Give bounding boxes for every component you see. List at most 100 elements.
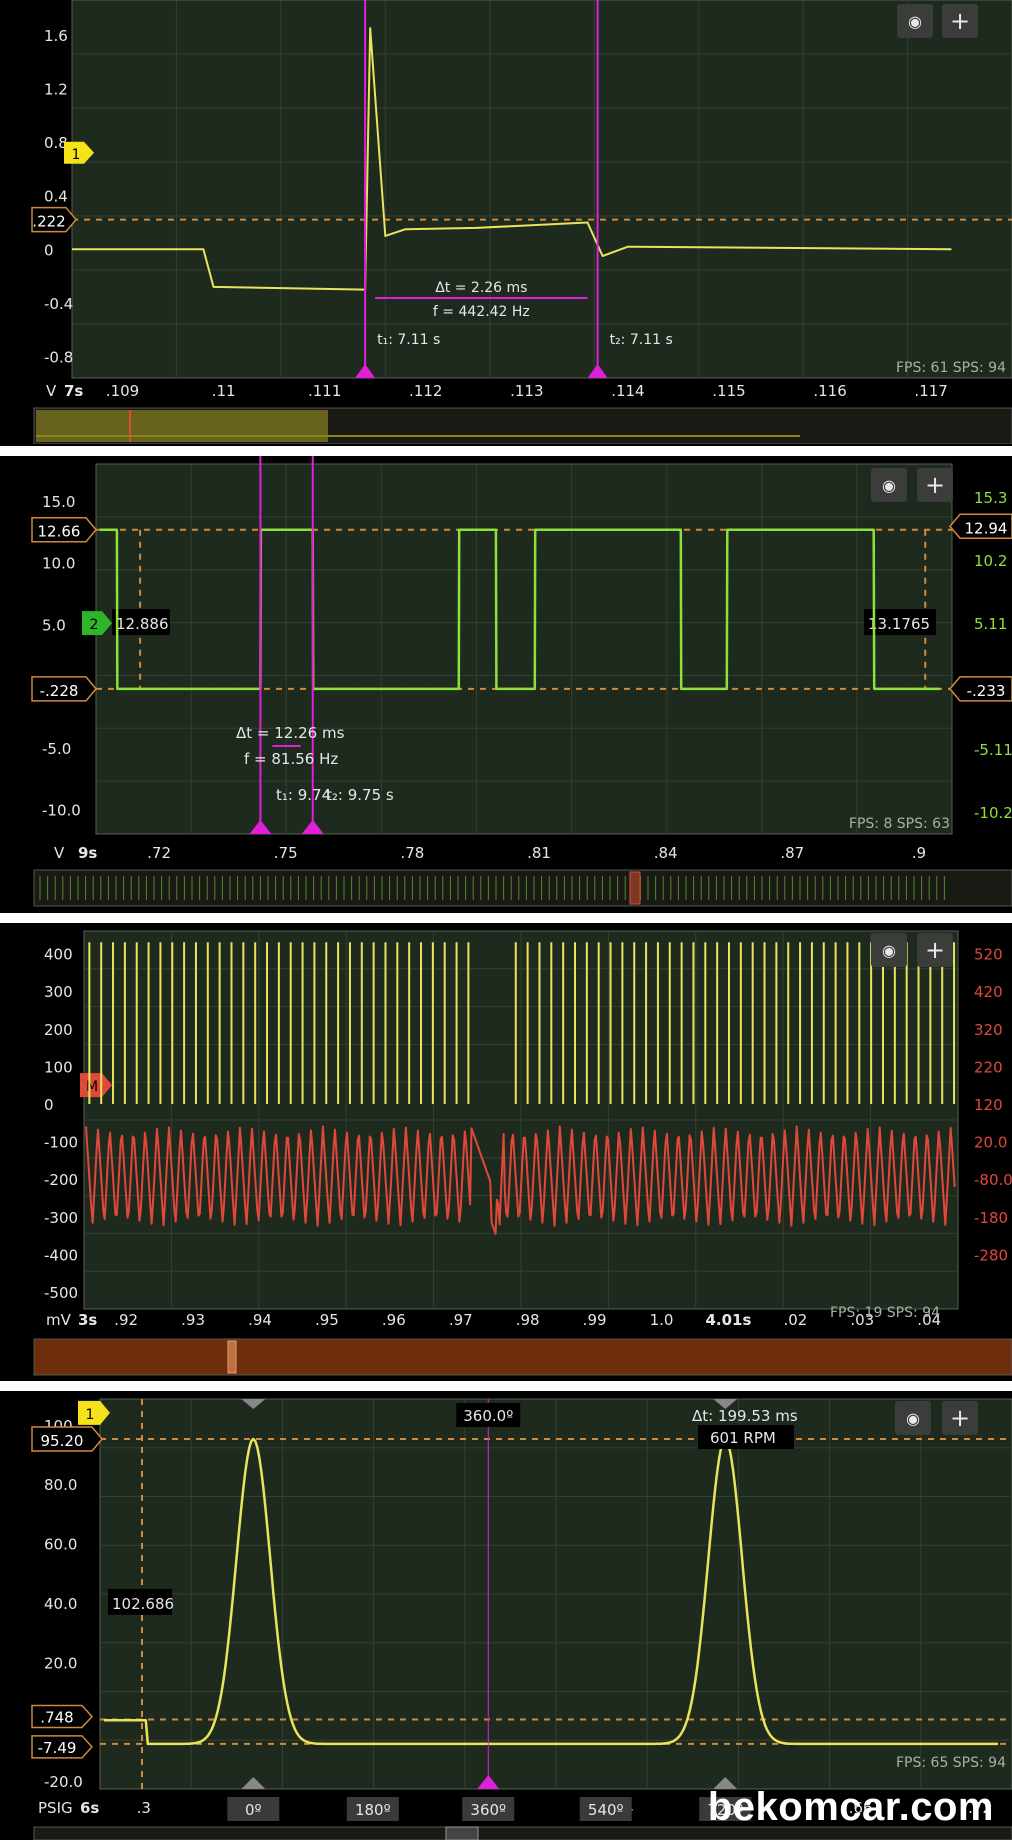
panel-3-math-trace[interactable]: 400 300 200 100 0 -100 -200 -300 -400 -500 520 420 3… bbox=[0, 923, 1012, 1381]
scroll-window[interactable] bbox=[445, 1826, 479, 1840]
channel-marker-label: 2 bbox=[90, 617, 99, 633]
y-tick-right: -5.11 bbox=[974, 741, 1012, 759]
y-tick-right: 5.11 bbox=[974, 615, 1007, 633]
timeline-scrollbar[interactable] bbox=[33, 869, 1012, 907]
plot-area bbox=[71, 0, 1012, 379]
x-tick-label: .3 bbox=[137, 1799, 151, 1817]
y-tick-left: -10.0 bbox=[42, 801, 81, 819]
time-origin-label: 6s bbox=[80, 1799, 99, 1817]
channel-marker-label: 1 bbox=[72, 147, 81, 163]
eye-icon: ◉ bbox=[882, 940, 896, 960]
y-tick-label: 1.2 bbox=[44, 80, 68, 98]
x-tick-label: .02 bbox=[783, 1311, 807, 1329]
visibility-button[interactable]: ◉ bbox=[895, 1401, 931, 1435]
y-tick-label: -0.4 bbox=[44, 295, 73, 313]
x-tick-label: .95 bbox=[315, 1311, 339, 1329]
add-channel-button[interactable]: + bbox=[917, 468, 953, 502]
fps-sps-readout: FPS: 65 SPS: 94 bbox=[896, 1755, 1006, 1771]
y-tick-left: 300 bbox=[44, 983, 73, 1001]
x-tick-label: .75 bbox=[274, 844, 298, 862]
x-tick-label: .94 bbox=[248, 1311, 272, 1329]
y-tick-left: 10.0 bbox=[42, 555, 75, 573]
frequency-label: f = 81.56 Hz bbox=[244, 750, 338, 768]
ref-low-1: .748 bbox=[40, 1708, 73, 1726]
cursor-t2-label: t₂: 7.11 s bbox=[610, 332, 673, 348]
plus-icon: + bbox=[924, 936, 946, 964]
delta-t-label: Δt = 2.26 ms bbox=[435, 280, 527, 296]
x-tick-label: .72 bbox=[147, 844, 171, 862]
add-channel-button[interactable]: + bbox=[942, 4, 978, 38]
timeline-scrollbar[interactable] bbox=[33, 1338, 1012, 1376]
ref-low-2: -7.49 bbox=[38, 1739, 77, 1757]
angle-mark-label: 180º bbox=[355, 1801, 391, 1819]
time-origin-label: 9s bbox=[78, 844, 97, 862]
y-tick-right: -280 bbox=[974, 1246, 1008, 1264]
y-tick-label: 1.6 bbox=[44, 27, 68, 45]
y-tick-left: 0 bbox=[44, 1096, 54, 1114]
ref-left-low: -.228 bbox=[40, 682, 79, 700]
plot-area bbox=[95, 463, 953, 835]
chart-3[interactable]: 400 300 200 100 0 -100 -200 -300 -400 -500 520 420 3… bbox=[0, 923, 1012, 1381]
panel-1-voltage-trace[interactable]: 1.6 1.2 0.8 0.4 0 -0.4 -0.8.222 1 Δt = 2.26 ms f … bbox=[0, 0, 1012, 444]
cursor-t1-label: t₁: 7.11 s bbox=[377, 332, 440, 348]
value-readout-left: 102.686 bbox=[112, 1595, 174, 1613]
y-tick-label: -20.0 bbox=[44, 1773, 83, 1791]
visibility-button[interactable]: ◉ bbox=[897, 4, 933, 38]
panel-4-pressure-trace[interactable]: 100 80.0 60.0 40.0 20.0 -20.0 95.20.748 -7.49 1 1… bbox=[0, 1391, 1012, 1840]
y-unit-label: PSIG bbox=[38, 1799, 73, 1817]
x-tick-label: .81 bbox=[527, 844, 551, 862]
x-tick-label: .114 bbox=[611, 382, 644, 400]
y-tick-left: 15.0 bbox=[42, 493, 75, 511]
x-tick-label: .78 bbox=[400, 844, 424, 862]
y-tick-right: 520 bbox=[974, 946, 1003, 964]
time-origin-label: 3s bbox=[78, 1311, 97, 1329]
angle-mark-label: 540º bbox=[588, 1801, 624, 1819]
x-tick-label: 1.0 bbox=[650, 1311, 674, 1329]
y-tick-right: -10.2 bbox=[974, 804, 1012, 822]
frequency-label: f = 442.42 Hz bbox=[433, 304, 530, 320]
value-readout-right: 13.1765 bbox=[868, 615, 930, 633]
chart-1[interactable]: 1.61.20.80.40-0.4-0.8.2221Δt = 2.26 msf … bbox=[0, 0, 1012, 444]
y-tick-label: 20.0 bbox=[44, 1654, 77, 1672]
cursor-t1-label: t₁: 9.74 bbox=[276, 786, 331, 804]
x-tick-label: .113 bbox=[510, 382, 543, 400]
scroll-window[interactable] bbox=[36, 410, 328, 442]
add-channel-button[interactable]: + bbox=[942, 1401, 978, 1435]
plus-icon: + bbox=[924, 471, 946, 499]
y-tick-left: 400 bbox=[44, 946, 73, 964]
scroll-window[interactable] bbox=[629, 871, 641, 905]
visibility-button[interactable]: ◉ bbox=[871, 933, 907, 967]
plus-icon: + bbox=[949, 1404, 971, 1432]
y-tick-right: 420 bbox=[974, 983, 1003, 1001]
chart-2[interactable]: 15.0 10.0 5.0 -5.0 -10.0 15.3 10.2 5.11 -5.11 -10… bbox=[0, 456, 1012, 912]
y-unit-label: V bbox=[46, 382, 57, 400]
y-tick-right: 10.2 bbox=[974, 552, 1007, 570]
ref-right-high: 12.94 bbox=[965, 519, 1008, 537]
watermark: bekomcar.com bbox=[707, 1785, 994, 1829]
y-tick-left: 200 bbox=[44, 1021, 73, 1039]
x-tick-label: .97 bbox=[449, 1311, 473, 1329]
y-tick-label: 0 bbox=[44, 241, 54, 259]
scroll-window[interactable] bbox=[227, 1340, 237, 1374]
y-unit-label: mV bbox=[46, 1311, 72, 1329]
y-tick-label: 0.4 bbox=[44, 188, 68, 206]
y-tick-label: 80.0 bbox=[44, 1476, 77, 1494]
x-tick-label: .92 bbox=[114, 1311, 138, 1329]
chart-4[interactable]: 10080.060.040.020.0-20.095.20.748-7.4911… bbox=[0, 1391, 1012, 1840]
x-tick-label: .99 bbox=[583, 1311, 607, 1329]
y-tick-right: 320 bbox=[974, 1021, 1003, 1039]
plus-icon: + bbox=[949, 7, 971, 35]
x-tick-label: .109 bbox=[106, 382, 139, 400]
angle-mark-label: 0º bbox=[245, 1801, 262, 1819]
y-tick-left: -5.0 bbox=[42, 740, 71, 758]
fps-sps-readout: FPS: 8 SPS: 63 bbox=[849, 816, 950, 832]
visibility-button[interactable]: ◉ bbox=[871, 468, 907, 502]
x-tick-label: .96 bbox=[382, 1311, 406, 1329]
delta-t-label: Δt: 199.53 ms bbox=[692, 1407, 798, 1425]
x-tick-label: .11 bbox=[212, 382, 236, 400]
y-tick-left: -300 bbox=[44, 1209, 78, 1227]
add-channel-button[interactable]: + bbox=[917, 933, 953, 967]
rpm-readout: 601 RPM bbox=[710, 1429, 776, 1447]
panel-2-voltage-trace[interactable]: 15.0 10.0 5.0 -5.0 -10.0 15.3 10.2 5.11 -5.11 -10… bbox=[0, 456, 1012, 912]
y-tick-label: -0.8 bbox=[44, 349, 73, 367]
